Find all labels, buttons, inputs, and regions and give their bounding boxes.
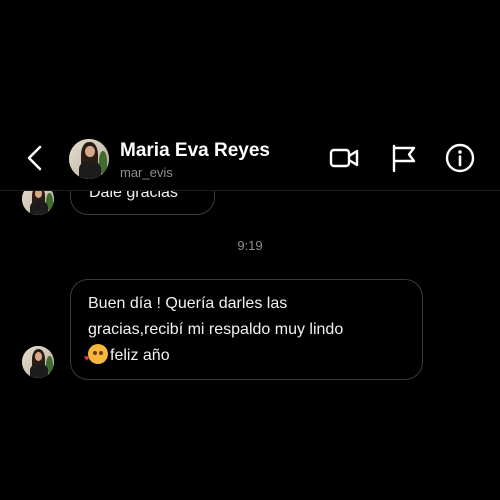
chevron-left-icon[interactable]: [20, 143, 50, 173]
flag-icon[interactable]: [388, 142, 420, 174]
direct-message-screen: Dale gracias 9:19 Buen día ! Quería darl…: [0, 0, 500, 500]
sender-avatar[interactable]: [22, 346, 54, 378]
profile-avatar[interactable]: [69, 139, 109, 179]
video-call-icon[interactable]: [328, 142, 360, 174]
smiling-face-with-hearts-emoji: ♥: [84, 344, 108, 364]
chat-header: Maria Eva Reyes mar_evis: [0, 0, 500, 191]
message-timestamp: 9:19: [237, 238, 263, 253]
received-message-bubble[interactable]: Buen día ! Quería darles las gracias,rec…: [70, 279, 423, 380]
contact-name[interactable]: Maria Eva Reyes: [120, 140, 270, 162]
info-icon[interactable]: [444, 142, 476, 174]
message-line-1: Buen día ! Quería darles las: [88, 295, 288, 312]
message-line-3: feliz año: [110, 347, 170, 364]
message-line-2: gracias,recibí mi respaldo muy lindo: [88, 321, 344, 338]
contact-username[interactable]: mar_evis: [120, 165, 173, 180]
